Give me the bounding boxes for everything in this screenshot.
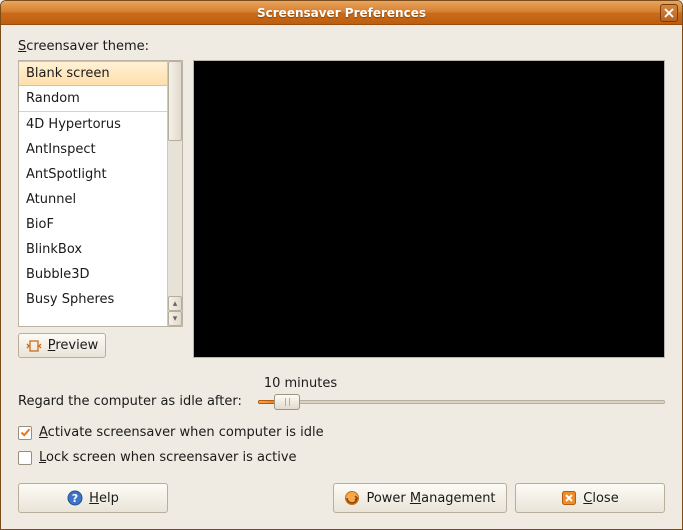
close-button-label: Close	[583, 491, 618, 506]
list-item[interactable]: Bubble3D	[19, 262, 167, 287]
content-area: Screensaver theme: Blank screenRandom4D …	[1, 25, 682, 529]
idle-label: Regard the computer as idle after:	[18, 394, 242, 411]
theme-label: Screensaver theme:	[18, 39, 665, 54]
lock-label: Lock screen when screensaver is active	[39, 450, 297, 465]
slider-thumb[interactable]	[274, 394, 300, 410]
svg-text:?: ?	[72, 492, 78, 505]
list-item[interactable]: Blank screen	[19, 61, 167, 86]
scroll-down-button[interactable]: ▾	[168, 311, 182, 326]
close-icon	[664, 8, 674, 18]
theme-list: Blank screenRandom4D HypertorusAntInspec…	[18, 60, 183, 327]
list-item[interactable]: Random	[19, 86, 167, 111]
fullscreen-icon	[26, 340, 42, 352]
screensaver-preview	[193, 60, 665, 358]
activate-label: Activate screensaver when computer is id…	[39, 425, 324, 440]
close-icon	[561, 490, 577, 506]
list-item[interactable]: 4D Hypertorus	[19, 112, 167, 137]
list-item[interactable]: AntInspect	[19, 137, 167, 162]
activate-checkbox-row[interactable]: Activate screensaver when computer is id…	[18, 425, 665, 440]
idle-slider-area: 10 minutes	[258, 376, 665, 411]
power-management-button[interactable]: Power Management	[333, 483, 507, 513]
help-button-label: Help	[89, 491, 119, 506]
help-icon: ?	[67, 490, 83, 506]
activate-checkbox[interactable]	[18, 426, 32, 440]
list-item[interactable]: Busy Spheres	[19, 287, 167, 312]
list-item[interactable]: BioF	[19, 212, 167, 237]
preview-button[interactable]: Preview	[18, 333, 106, 358]
titlebar[interactable]: Screensaver Preferences	[1, 1, 682, 25]
power-button-label: Power Management	[366, 491, 495, 506]
preview-button-label: Preview	[48, 338, 99, 353]
close-button[interactable]: Close	[515, 483, 665, 513]
titlebar-close-button[interactable]	[660, 4, 678, 22]
scroll-thumb[interactable]	[168, 61, 182, 141]
lock-checkbox[interactable]	[18, 451, 32, 465]
idle-slider[interactable]	[258, 393, 665, 411]
list-item[interactable]: Atunnel	[19, 187, 167, 212]
list-item[interactable]: BlinkBox	[19, 237, 167, 262]
list-item[interactable]: AntSpotlight	[19, 162, 167, 187]
window-title: Screensaver Preferences	[1, 6, 682, 20]
idle-value: 10 minutes	[264, 376, 665, 391]
window: Screensaver Preferences Screensaver them…	[0, 0, 683, 530]
scrollbar[interactable]: ▴ ▾	[167, 61, 182, 326]
power-icon	[344, 490, 360, 506]
lock-checkbox-row[interactable]: Lock screen when screensaver is active	[18, 450, 665, 465]
scroll-up-button[interactable]: ▴	[168, 296, 182, 311]
help-button[interactable]: ? Help	[18, 483, 168, 513]
